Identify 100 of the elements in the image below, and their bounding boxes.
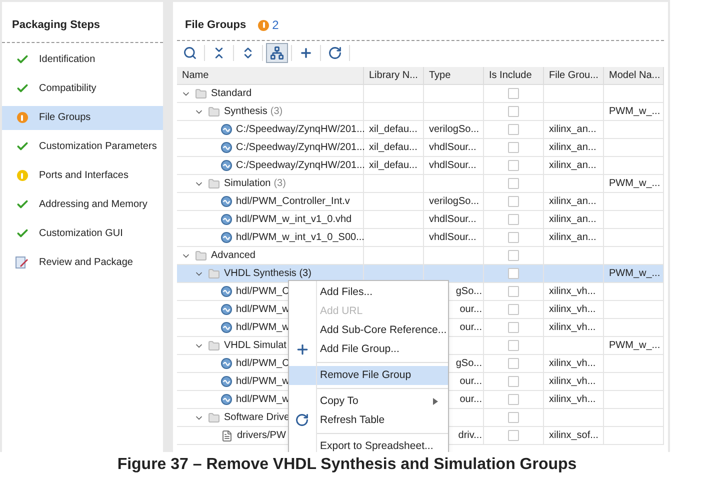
node-name: C:/Speedway/ZynqHW/201... [236, 141, 365, 155]
column-header[interactable]: Model Na... [604, 67, 664, 84]
tree-row[interactable]: hdl/PWM_Controller_Int.v verilogSo... xilinx_an... [177, 193, 664, 211]
node-name: C:/Speedway/ZynqHW/201... [236, 159, 365, 173]
node-count: (3) [270, 105, 283, 119]
include-checkbox[interactable] [508, 106, 519, 117]
column-header[interactable]: File Grou... [544, 67, 604, 84]
table-cell-text: our... [460, 303, 482, 317]
panel-title: File Groups [185, 18, 246, 33]
tree-row[interactable]: C:/Speedway/ZynqHW/201... xil_defau... vhdlSour... xilinx_an... [177, 157, 664, 175]
column-header[interactable]: Name [177, 67, 364, 84]
node-name: hdl/PWM_C [236, 285, 290, 299]
source-file-icon [221, 232, 232, 243]
tree-row[interactable]: hdl/PWM_w_int_v1_0.vhd vhdlSour... xilinx_an... [177, 211, 664, 229]
tree-row[interactable]: hdl/PWM_w_int_v1_0_S00... vhdlSour... xilinx_an... [177, 229, 664, 247]
include-checkbox[interactable] [508, 304, 519, 315]
check-icon [16, 140, 28, 153]
include-checkbox[interactable] [508, 214, 519, 225]
step-item[interactable]: Customization Parameters [2, 134, 163, 158]
tree-row[interactable]: Simulation (3) PWM_w_... [177, 175, 664, 193]
step-item[interactable]: Compatibility [2, 76, 163, 100]
issue-count-link[interactable]: 2 [272, 16, 279, 34]
menu-item[interactable]: Copy To [289, 392, 448, 411]
folder-icon [208, 340, 220, 352]
column-header[interactable]: Type [424, 67, 484, 84]
table-cell-text: xilinx_an... [549, 231, 596, 245]
source-file-icon [221, 286, 232, 297]
table-cell-text: xilinx_an... [549, 213, 596, 227]
menu-item[interactable]: Refresh Table [289, 411, 448, 430]
include-checkbox[interactable] [508, 124, 519, 135]
include-checkbox[interactable] [508, 142, 519, 153]
include-checkbox[interactable] [508, 394, 519, 405]
warning-icon [16, 112, 28, 123]
table-cell-text: xilinx_vh... [549, 303, 596, 317]
step-item[interactable]: Addressing and Memory [2, 192, 163, 216]
refresh-icon [295, 413, 309, 427]
tree-row[interactable]: Standard [177, 85, 664, 103]
table-cell-text: vhdlSour... [429, 231, 476, 245]
table-cell-text: xilinx_an... [549, 195, 596, 209]
table-cell-text: xilinx_vh... [549, 393, 596, 407]
step-item[interactable]: Review and Package [2, 250, 163, 274]
check-icon [16, 227, 28, 240]
source-file-icon [221, 376, 232, 387]
step-item[interactable]: Identification [2, 48, 163, 72]
table-cell-text: vhdlSour... [429, 213, 476, 227]
include-checkbox[interactable] [508, 250, 519, 261]
step-item[interactable]: Ports and Interfaces [2, 164, 163, 188]
tree-row[interactable]: Synthesis (3) PWM_w_... [177, 103, 664, 121]
include-checkbox[interactable] [508, 430, 519, 441]
toolbar-button[interactable] [266, 43, 288, 63]
table-cell-text: our... [460, 321, 482, 335]
table-cell-text: verilogSo... [429, 195, 480, 209]
folder-icon [208, 268, 220, 280]
node-name: hdl/PWM_w_int_v1_0.vhd [236, 213, 352, 227]
include-checkbox[interactable] [508, 322, 519, 333]
tree-row[interactable]: VHDL Synthesis (3) PWM_w_... [177, 265, 664, 283]
column-header[interactable]: Is Include [484, 67, 544, 84]
table-cell-text: xil_defau... [369, 159, 418, 173]
step-item[interactable]: File Groups [2, 106, 163, 130]
menu-item[interactable]: Remove File Group [289, 366, 448, 385]
node-name: hdl/PWM_w [236, 393, 290, 407]
source-file-icon [221, 322, 232, 333]
table-cell-text: xilinx_sof... [549, 429, 598, 443]
search-icon [183, 46, 197, 60]
node-name: hdl/PWM_w_int_v1_0_S00... [236, 231, 364, 245]
table-cell-text: PWM_w_... [609, 339, 660, 353]
menu-item[interactable]: Add Sub-Core Reference... [289, 321, 448, 340]
table-cell-text: xilinx_an... [549, 123, 596, 137]
folder-icon [208, 178, 220, 190]
node-name: drivers/PW [237, 429, 286, 443]
step-item[interactable]: Customization GUI [2, 222, 163, 246]
tree-row[interactable]: C:/Speedway/ZynqHW/201... xil_defau... vhdlSour... xilinx_an... [177, 139, 664, 157]
include-checkbox[interactable] [508, 358, 519, 369]
node-name: VHDL Simulat [224, 339, 286, 353]
include-checkbox[interactable] [508, 376, 519, 387]
node-name: Standard [211, 87, 252, 101]
submenu-arrow-icon [433, 398, 438, 405]
include-checkbox[interactable] [508, 286, 519, 297]
include-checkbox[interactable] [508, 412, 519, 423]
check-icon [16, 53, 28, 66]
source-file-icon [221, 304, 232, 315]
tree-row[interactable]: C:/Speedway/ZynqHW/201... xil_defau... verilogSo... xilinx_an... [177, 121, 664, 139]
folder-icon [195, 88, 207, 100]
include-checkbox[interactable] [508, 340, 519, 351]
table-cell-text: verilogSo... [429, 123, 480, 137]
table-cell-text: driv... [458, 429, 482, 443]
column-header[interactable]: Library N... [364, 67, 424, 84]
include-checkbox[interactable] [508, 88, 519, 99]
include-checkbox[interactable] [508, 178, 519, 189]
check-icon [16, 198, 28, 211]
include-checkbox[interactable] [508, 160, 519, 171]
menu-item[interactable]: Add Files... [289, 283, 448, 302]
include-checkbox[interactable] [508, 232, 519, 243]
table-cell-text: our... [460, 393, 482, 407]
table-cell-text: PWM_w_... [609, 105, 660, 119]
include-checkbox[interactable] [508, 196, 519, 207]
node-name: Synthesis [224, 105, 268, 119]
include-checkbox[interactable] [508, 268, 519, 279]
check-icon [16, 82, 28, 95]
folder-icon [195, 250, 207, 262]
